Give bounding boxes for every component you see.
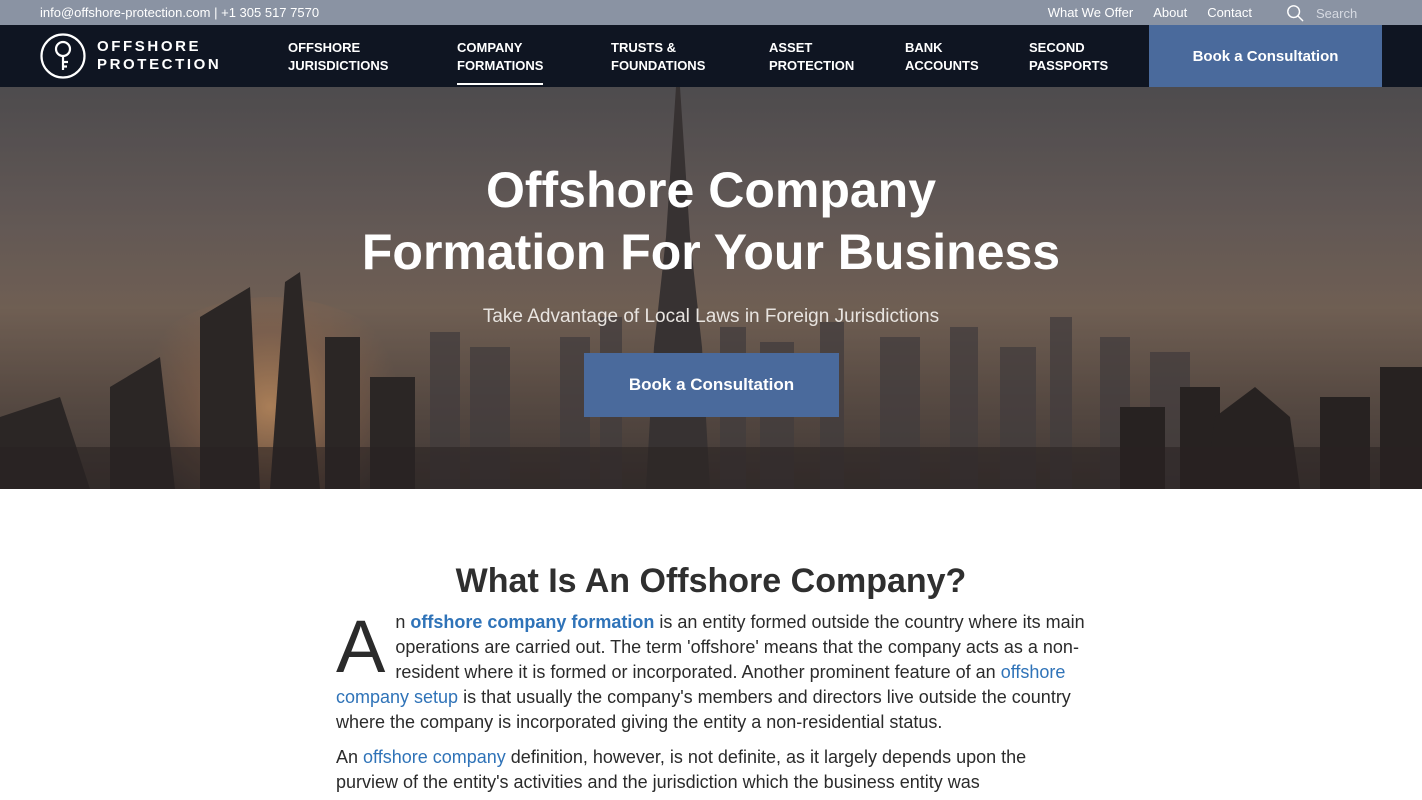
brand-line-1: OFFSHORE — [97, 38, 202, 55]
main-navigation: OFFSHORE PROTECTION OFFSHORE JURISDICTIO… — [0, 25, 1422, 87]
nav-label-line-1: COMPANY — [457, 40, 523, 55]
p1-lead: n — [395, 612, 411, 632]
contact-separator: | — [210, 5, 222, 20]
hero-title-line-2: Formation For Your Business — [361, 224, 1061, 280]
contact-email[interactable]: info@offshore-protection.com — [40, 5, 211, 20]
nav-label-line-1: BANK — [905, 40, 943, 55]
link-offshore-company-formation[interactable]: offshore company formation — [410, 612, 654, 632]
nav-label-line-2: FOUNDATIONS — [611, 58, 706, 73]
brand-logo[interactable]: OFFSHORE PROTECTION — [40, 32, 220, 80]
nav-label-line-2: PASSPORTS — [1029, 58, 1109, 73]
nav-label-line-1: OFFSHORE — [288, 40, 361, 55]
hero-title-line-1: Offshore Company — [485, 162, 937, 218]
key-logo-icon — [40, 33, 86, 79]
article-paragraph-1: An offshore company formation is an enti… — [336, 610, 1086, 735]
brand-line-2: PROTECTION — [97, 56, 222, 73]
nav-second-passports[interactable]: SECOND PASSPORTS — [1029, 39, 1108, 75]
link-offshore-company[interactable]: offshore company — [363, 747, 506, 767]
nav-label-line-1: TRUSTS & — [611, 40, 676, 55]
link-what-we-offer[interactable]: What We Offer — [1048, 5, 1134, 20]
nav-label-line-2: PROTECTION — [769, 58, 855, 73]
hero-subtitle: Take Advantage of Local Laws in Foreign … — [482, 306, 940, 327]
nav-label-line-2: JURISDICTIONS — [288, 58, 389, 73]
p2-lead: An — [336, 747, 364, 767]
nav-asset-protection[interactable]: ASSET PROTECTION — [769, 39, 854, 75]
nav-label-line-2: ACCOUNTS — [905, 58, 979, 73]
hero-overlay — [0, 87, 1422, 489]
nav-bank-accounts[interactable]: BANK ACCOUNTS — [905, 39, 979, 75]
book-consultation-nav-button[interactable]: Book a Consultation — [1149, 25, 1382, 87]
nav-offshore-jurisdictions[interactable]: OFFSHORE JURISDICTIONS — [288, 39, 388, 75]
book-consultation-hero-button[interactable]: Book a Consultation — [584, 353, 839, 417]
article-section: What Is An Offshore Company? An offshore… — [336, 560, 1086, 795]
nav-label-line-1: ASSET — [769, 40, 813, 55]
brand-wordmark: OFFSHORE PROTECTION — [97, 38, 221, 74]
link-about[interactable]: About — [1153, 5, 1187, 20]
nav-company-formations[interactable]: COMPANY FORMATIONS — [457, 39, 544, 85]
nav-label-line-1: SECOND — [1029, 40, 1085, 55]
article-heading: What Is An Offshore Company? — [455, 562, 967, 600]
utility-links: What We Offer About Contact — [1048, 5, 1252, 20]
search-box[interactable] — [1286, 3, 1396, 23]
nav-trusts-foundations[interactable]: TRUSTS & FOUNDATIONS — [611, 39, 705, 75]
contact-info: info@offshore-protection.com | +1 305 51… — [40, 5, 319, 20]
link-contact[interactable]: Contact — [1207, 5, 1252, 20]
drop-cap: A — [336, 605, 386, 688]
search-input[interactable] — [1316, 5, 1396, 21]
article-paragraph-2: An offshore company definition, however,… — [336, 745, 1086, 795]
hero-title: Offshore Company Formation For Your Busi… — [0, 159, 1422, 283]
hero-banner: Offshore Company Formation For Your Busi… — [0, 87, 1422, 489]
search-icon[interactable] — [1286, 3, 1304, 23]
contact-phone[interactable]: +1 305 517 7570 — [221, 5, 319, 20]
nav-label-line-2: FORMATIONS — [457, 58, 544, 73]
top-utility-bar: info@offshore-protection.com | +1 305 51… — [0, 0, 1422, 25]
